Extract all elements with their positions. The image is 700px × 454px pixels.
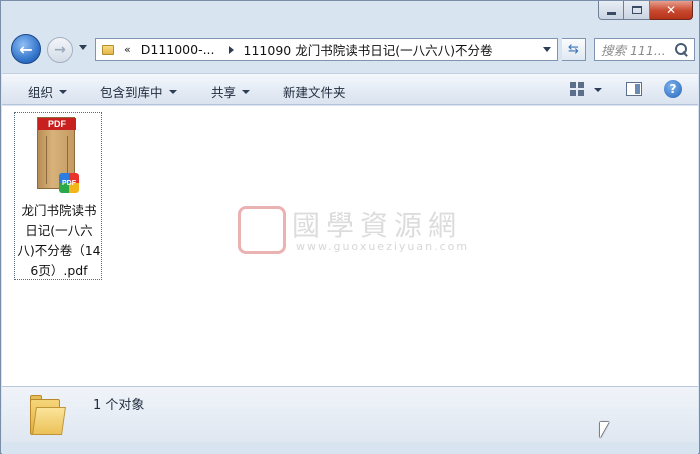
window-bottom-edge [2,442,698,454]
mouse-cursor-icon [600,422,609,438]
maximize-icon [631,6,642,14]
explorer-window: ✕ ← → « D111000-... 111090 龙门书院读书日记(一八六八… [0,0,700,454]
preview-pane-icon[interactable] [626,82,642,96]
organize-menu[interactable]: 组织 [28,82,68,101]
chevron-down-icon [59,89,68,94]
new-folder-label: 新建文件夹 [283,85,346,100]
watermark-title: 國學資源網 [292,209,463,242]
address-bar[interactable]: « D111000-... 111090 龙门书院读书日记(一八六八)不分卷 [95,38,558,61]
back-button[interactable]: ← [11,34,41,64]
view-options-icon[interactable] [570,82,584,96]
close-icon: ✕ [665,3,677,17]
watermark-url: www.guoxueziyuan.com [296,240,470,253]
search-placeholder: 搜索 111... [601,43,666,58]
details-pane: 1 个对象 [2,386,698,442]
search-icon[interactable] [674,42,690,58]
help-icon[interactable]: ? [664,80,682,98]
recent-pages-dropdown[interactable] [79,45,87,50]
folder-icon [102,44,114,55]
file-name-label: 龙门书院读书日记(一八六八)不分卷（146页）.pdf [17,203,101,278]
file-list-view[interactable]: PDF PDF 龙门书院读书日记(一八六八)不分卷（146页）.pdf 國學資源… [2,106,698,386]
view-dropdown-icon[interactable] [594,88,602,92]
minimize-button[interactable] [598,1,624,20]
pdf-badge-icon: PDF [59,173,79,193]
file-item[interactable]: PDF PDF 龙门书院读书日记(一八六八)不分卷（146页）.pdf [14,112,102,280]
item-count: 1 个对象 [93,398,145,413]
pdf-file-icon: PDF PDF [37,117,79,197]
command-bar: 组织 包含到库中 共享 新建文件夹 ? [2,73,698,105]
breadcrumb-segment[interactable]: 111090 龙门书院读书日记(一八六八)不分卷 [244,40,493,59]
forward-button[interactable]: → [47,37,73,63]
back-arrow-icon: ← [19,39,33,59]
refresh-icon: ⇆ [568,42,579,57]
close-button[interactable]: ✕ [650,1,693,20]
breadcrumb-segment[interactable]: D111000-... [141,42,215,57]
refresh-button[interactable]: ⇆ [562,38,586,61]
search-input[interactable]: 搜索 111... [594,38,695,61]
folder-icon [30,395,70,435]
new-folder-button[interactable]: 新建文件夹 [283,82,346,101]
address-dropdown-icon[interactable] [543,47,551,52]
watermark: 國學資源網 www.guoxueziyuan.com [238,204,498,260]
share-label: 共享 [211,85,237,100]
watermark-seal-icon [238,206,286,254]
maximize-button[interactable] [624,1,650,20]
caption-buttons: ✕ [598,1,693,21]
breadcrumb-separator-icon[interactable] [228,45,234,54]
navigation-bar: ← → « D111000-... 111090 龙门书院读书日记(一八六八)不… [7,31,695,65]
forward-arrow-icon: → [54,42,66,58]
pdf-label: PDF [38,118,76,130]
organize-label: 组织 [28,85,54,100]
include-in-library-label: 包含到库中 [100,85,163,100]
share-menu[interactable]: 共享 [211,82,251,101]
include-in-library-menu[interactable]: 包含到库中 [100,82,177,101]
chevron-down-icon [168,89,177,94]
overflow-chevron[interactable]: « [124,43,131,56]
minimize-icon [606,11,616,15]
chevron-down-icon [242,89,251,94]
